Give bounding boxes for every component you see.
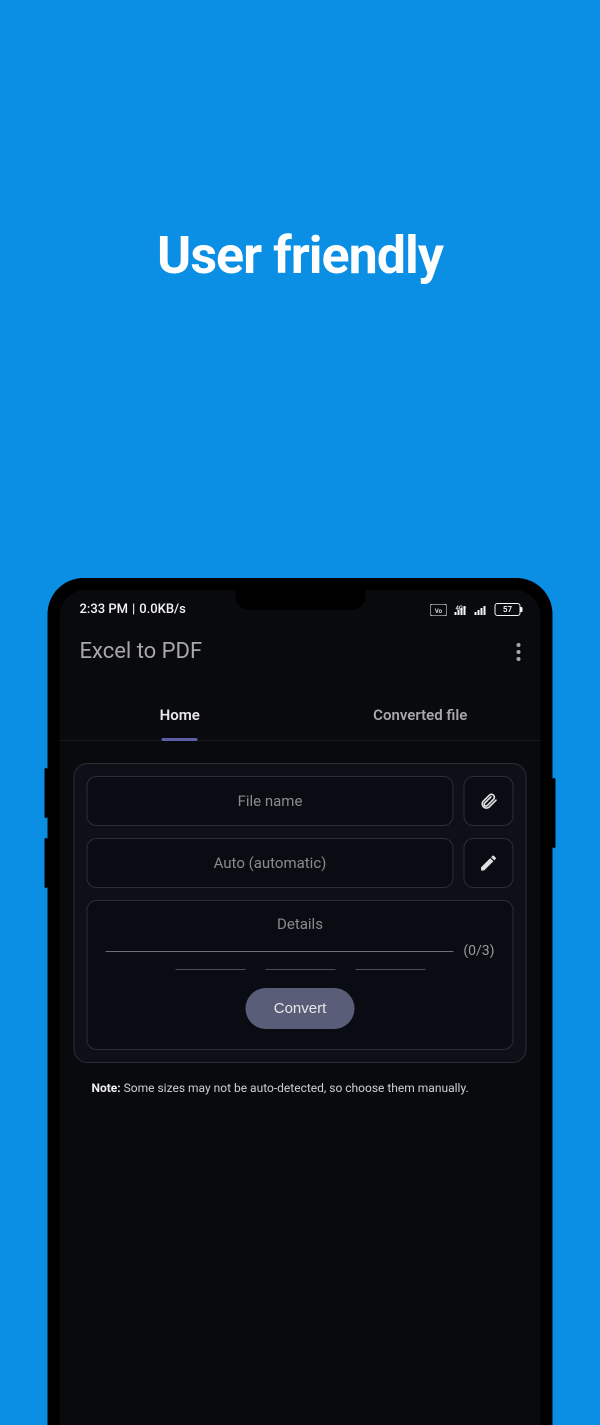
status-right: Vo 4G+ 57: [431, 603, 521, 616]
phone-side-button: [45, 768, 48, 818]
mode-select[interactable]: Auto (automatic): [87, 838, 454, 888]
status-speed: 0.0KB/s: [139, 602, 186, 617]
convert-button[interactable]: Convert: [246, 988, 355, 1029]
conversion-card: File name Auto (automatic) Details (: [74, 763, 527, 1063]
edit-button[interactable]: [464, 838, 514, 888]
tab-converted-file[interactable]: Converted file: [300, 694, 541, 740]
tab-home[interactable]: Home: [60, 694, 301, 740]
tabs: Home Converted file: [60, 694, 541, 741]
progress-line: [106, 951, 454, 952]
pencil-icon: [479, 853, 499, 873]
overflow-menu-button[interactable]: [517, 643, 521, 661]
details-box: Details (0/3) Convert: [87, 900, 514, 1050]
attach-file-button[interactable]: [464, 776, 514, 826]
volte-icon: Vo: [431, 604, 447, 616]
status-left: 2:33 PM | 0.0KB/s: [80, 602, 186, 617]
filename-input[interactable]: File name: [87, 776, 454, 826]
note-text: Note: Some sizes may not be auto-detecte…: [74, 1063, 527, 1113]
phone-side-button: [45, 838, 48, 888]
paperclip-icon: [479, 790, 499, 812]
note-body: Some sizes may not be auto-detected, so …: [121, 1081, 469, 1095]
progress-segments: [106, 969, 495, 970]
battery-icon: 57: [495, 603, 521, 616]
network-4g-icon: 4G+: [453, 604, 469, 616]
progress-row: (0/3): [106, 943, 495, 959]
mode-row: Auto (automatic): [87, 838, 514, 888]
app-title: Excel to PDF: [80, 639, 203, 664]
phone-notch: [235, 590, 365, 610]
content-area: File name Auto (automatic) Details (: [60, 741, 541, 1135]
hero-title: User friendly: [0, 225, 600, 286]
segment: [265, 969, 335, 970]
note-prefix: Note:: [92, 1081, 121, 1095]
phone-frame: 2:33 PM | 0.0KB/s Vo 4G+ 57 Excel to PDF: [48, 578, 553, 1425]
phone-screen: 2:33 PM | 0.0KB/s Vo 4G+ 57 Excel to PDF: [60, 590, 541, 1425]
segment: [355, 969, 425, 970]
phone-side-button: [553, 778, 556, 848]
svg-text:Vo: Vo: [435, 608, 443, 615]
status-separator: |: [132, 602, 135, 617]
segment: [175, 969, 245, 970]
signal-icon: [475, 604, 489, 616]
filename-row: File name: [87, 776, 514, 826]
app-header: Excel to PDF: [60, 625, 541, 694]
details-label: Details: [106, 915, 495, 933]
progress-counter: (0/3): [463, 943, 494, 959]
status-time: 2:33 PM: [80, 602, 129, 617]
